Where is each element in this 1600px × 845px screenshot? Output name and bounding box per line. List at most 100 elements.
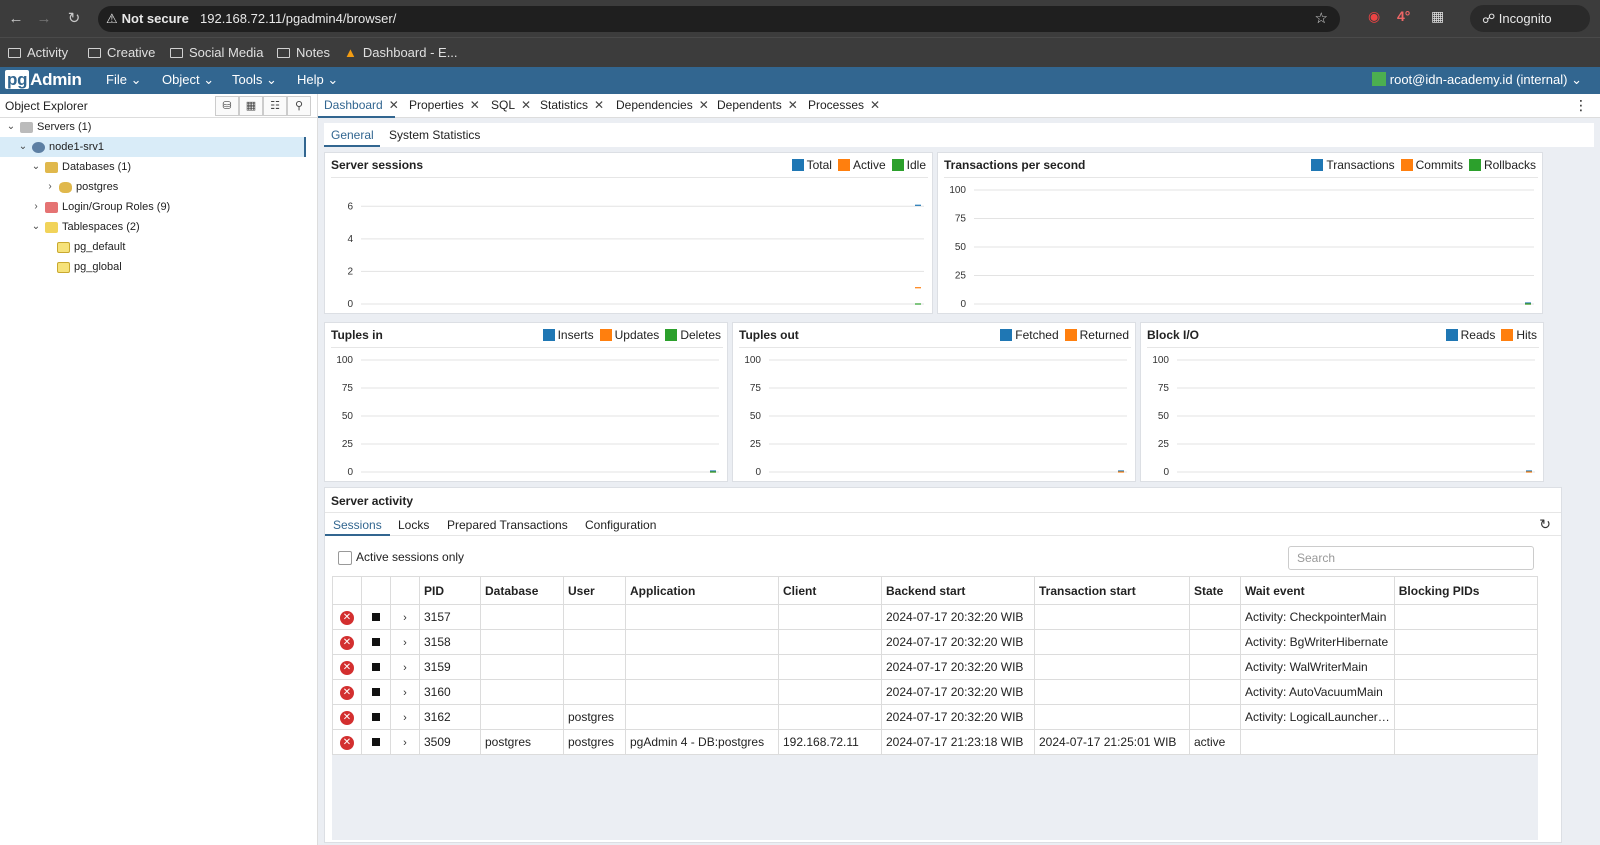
column-header[interactable]: Wait event bbox=[1240, 576, 1395, 605]
table-row[interactable]: ✕ › 3157 2024-07-17 20:32:20 WIB Activity: C… bbox=[332, 604, 1539, 630]
tree-server-node1[interactable]: ⌄ node1-srv1 bbox=[18, 137, 104, 157]
cancel-query-icon[interactable] bbox=[372, 613, 380, 621]
tab-properties[interactable]: Properties ✕ bbox=[409, 98, 480, 112]
address-bar[interactable]: ⚠ Not secure 192.168.72.11/pgadmin4/brows… bbox=[98, 6, 1340, 32]
terminate-session-icon[interactable]: ✕ bbox=[340, 661, 354, 675]
terminate-session-icon[interactable]: ✕ bbox=[340, 611, 354, 625]
active-sessions-checkbox[interactable] bbox=[338, 551, 352, 565]
refresh-icon[interactable]: ↻ bbox=[1539, 516, 1551, 533]
table-row[interactable]: ✕ › 3158 2024-07-17 20:32:20 WIB Activity: B… bbox=[332, 629, 1539, 655]
tab-sql[interactable]: SQL ✕ bbox=[491, 98, 531, 112]
chevron-right-icon[interactable]: › bbox=[403, 712, 407, 724]
subtab-general[interactable]: General bbox=[331, 128, 374, 142]
tab-dashboard[interactable]: Dashboard ✕ bbox=[324, 98, 399, 112]
extension-badge[interactable]: 4° bbox=[1397, 8, 1410, 24]
terminate-session-icon[interactable]: ✕ bbox=[340, 636, 354, 650]
tab-configuration[interactable]: Configuration bbox=[585, 518, 656, 532]
chevron-right-icon[interactable]: › bbox=[403, 737, 407, 749]
column-header[interactable]: Transaction start bbox=[1034, 576, 1190, 605]
back-arrow-icon[interactable]: ← bbox=[6, 9, 26, 29]
tree-db-postgres[interactable]: › postgres bbox=[45, 177, 118, 197]
column-header[interactable]: Blocking PIDs bbox=[1393, 576, 1539, 605]
cancel-query-icon[interactable] bbox=[372, 638, 380, 646]
tab-dependencies[interactable]: Dependencies ✕ bbox=[616, 98, 709, 112]
terminate-session-icon[interactable]: ✕ bbox=[340, 686, 354, 700]
terminate-session-icon[interactable]: ✕ bbox=[340, 736, 354, 750]
security-warning[interactable]: ⚠ Not secure bbox=[106, 10, 189, 28]
close-icon[interactable]: ✕ bbox=[870, 98, 880, 112]
close-icon[interactable]: ✕ bbox=[699, 98, 709, 112]
column-header[interactable]: Backend start bbox=[881, 576, 1035, 605]
chevron-right-icon[interactable]: › bbox=[403, 637, 407, 649]
forward-arrow-icon[interactable]: → bbox=[34, 9, 54, 29]
reload-icon[interactable]: ↻ bbox=[64, 9, 84, 29]
menu-object[interactable]: Object ⌄ bbox=[162, 72, 214, 88]
menu-help[interactable]: Help ⌄ bbox=[297, 72, 338, 88]
table-cell bbox=[563, 679, 626, 705]
table-row[interactable]: ✕ › 3160 2024-07-17 20:32:20 WIB Activity: A… bbox=[332, 679, 1539, 705]
close-icon[interactable]: ✕ bbox=[788, 98, 798, 112]
search-icon[interactable]: ⚲ bbox=[287, 96, 311, 116]
filter-rows-icon[interactable]: ☷ bbox=[263, 96, 287, 116]
column-header[interactable]: PID bbox=[419, 576, 481, 605]
cancel-query-icon[interactable] bbox=[372, 713, 380, 721]
close-icon[interactable]: ✕ bbox=[594, 98, 604, 112]
pgadmin-logo[interactable]: pg Admin bbox=[5, 70, 82, 90]
chart-legend: Reads Hits bbox=[1445, 328, 1537, 342]
tree-tablespaces[interactable]: ⌄ Tablespaces (2) bbox=[31, 217, 140, 237]
table-cell bbox=[625, 604, 779, 630]
table-row[interactable]: ✕ › 3159 2024-07-17 20:32:20 WIB Activity: W… bbox=[332, 654, 1539, 680]
tab-dependents[interactable]: Dependents ✕ bbox=[717, 98, 798, 112]
search-input[interactable]: Search bbox=[1288, 546, 1534, 570]
bookmark-creative[interactable]: Creative bbox=[88, 44, 155, 62]
url-text[interactable]: 192.168.72.11/pgadmin4/browser/ bbox=[200, 10, 396, 28]
cancel-query-icon[interactable] bbox=[372, 688, 380, 696]
bookmark-notes[interactable]: Notes bbox=[277, 44, 330, 62]
menu-file[interactable]: File ⌄ bbox=[106, 72, 141, 88]
column-header[interactable]: Client bbox=[778, 576, 882, 605]
more-options-icon[interactable]: ⋮ bbox=[1574, 97, 1588, 114]
tab-prepared-transactions[interactable]: Prepared Transactions bbox=[447, 518, 568, 532]
terminate-session-icon[interactable]: ✕ bbox=[340, 711, 354, 725]
tab-sessions[interactable]: Sessions bbox=[333, 518, 382, 532]
table-cell bbox=[778, 629, 882, 655]
user-menu[interactable]: root@idn-academy.id (internal) ⌄ bbox=[1372, 72, 1582, 88]
column-header[interactable]: State bbox=[1189, 576, 1241, 605]
bookmark-activity[interactable]: Activity bbox=[8, 44, 68, 62]
chevron-right-icon[interactable]: › bbox=[403, 687, 407, 699]
column-header[interactable]: User bbox=[563, 576, 626, 605]
tab-statistics[interactable]: Statistics ✕ bbox=[540, 98, 604, 112]
close-icon[interactable]: ✕ bbox=[470, 98, 480, 112]
puzzle-icon[interactable]: ▦ bbox=[1431, 8, 1444, 25]
bookmark-dashboard[interactable]: ▲ Dashboard - E... bbox=[344, 44, 458, 62]
tab-processes[interactable]: Processes ✕ bbox=[808, 98, 880, 112]
column-header[interactable]: Database bbox=[480, 576, 564, 605]
y-tick-label: 75 bbox=[750, 383, 762, 394]
cancel-query-icon[interactable] bbox=[372, 738, 380, 746]
query-tool-icon[interactable]: ⛁ bbox=[215, 96, 239, 116]
subtab-system-statistics[interactable]: System Statistics bbox=[389, 128, 480, 142]
chart-title: Tuples in bbox=[331, 328, 383, 342]
menu-tools[interactable]: Tools ⌄ bbox=[232, 72, 277, 88]
close-icon[interactable]: ✕ bbox=[521, 98, 531, 112]
bookmark-star-icon[interactable]: ☆ bbox=[1315, 9, 1328, 27]
view-data-icon[interactable]: ▦ bbox=[239, 96, 263, 116]
tree-pg-global[interactable]: pg_global bbox=[57, 257, 122, 277]
tree-servers[interactable]: ⌄ Servers (1) bbox=[6, 117, 92, 137]
chevron-right-icon[interactable]: › bbox=[403, 612, 407, 624]
tree-login-roles[interactable]: › Login/Group Roles (9) bbox=[31, 197, 170, 217]
incognito-indicator[interactable]: ☍ Incognito bbox=[1470, 5, 1590, 32]
tree-databases[interactable]: ⌄ Databases (1) bbox=[31, 157, 131, 177]
column-header[interactable]: Application bbox=[625, 576, 779, 605]
active-sessions-label[interactable]: Active sessions only bbox=[356, 550, 464, 564]
table-row[interactable]: ✕ › 3162 postgres 2024-07-17 20:32:20 WIB Act… bbox=[332, 704, 1539, 730]
table-row[interactable]: ✕ › 3509 postgres postgres pgAdmin 4 - DB:pos… bbox=[332, 729, 1539, 755]
tree-pg-default[interactable]: pg_default bbox=[57, 237, 125, 257]
tab-locks[interactable]: Locks bbox=[398, 518, 429, 532]
table-cell bbox=[625, 679, 779, 705]
extension-icon[interactable]: ◉ bbox=[1368, 8, 1380, 25]
chevron-right-icon[interactable]: › bbox=[403, 662, 407, 674]
bookmark-social-media[interactable]: Social Media bbox=[170, 44, 263, 62]
cancel-query-icon[interactable] bbox=[372, 663, 380, 671]
close-icon[interactable]: ✕ bbox=[389, 98, 399, 112]
